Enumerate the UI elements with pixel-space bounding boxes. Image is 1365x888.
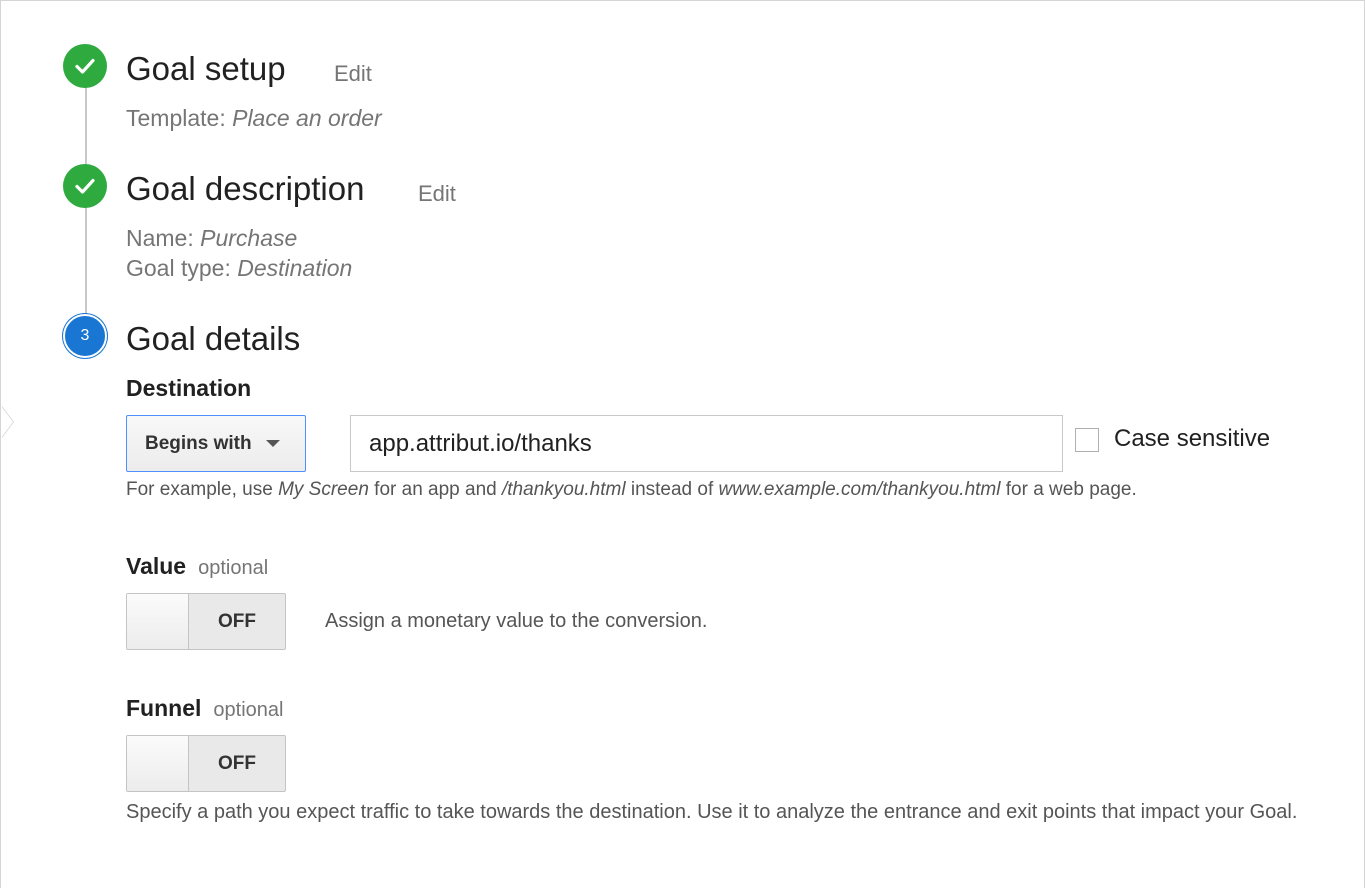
- value-description: Assign a monetary value to the conversio…: [325, 610, 708, 632]
- toggle-knob: [127, 594, 189, 649]
- goal-type-label: Goal type:: [126, 255, 238, 281]
- value-optional-label: optional: [198, 557, 269, 579]
- destination-label: Destination: [126, 375, 252, 401]
- goal-name-label: Name:: [126, 225, 201, 251]
- value-toggle[interactable]: OFF: [126, 593, 286, 650]
- goal-type-value: Destination: [237, 255, 353, 281]
- step-title-goal-description: Goal description: [126, 170, 365, 207]
- funnel-label: Funnel: [126, 695, 202, 721]
- value-label: Value: [126, 553, 187, 579]
- goal-name-value: Purchase: [200, 225, 298, 251]
- template-label: Template:: [126, 105, 233, 131]
- step-complete-check-icon: [63, 164, 107, 208]
- step-title-goal-details: Goal details: [126, 320, 301, 357]
- destination-url-input[interactable]: [350, 415, 1063, 472]
- case-sensitive-checkbox[interactable]: [1075, 428, 1099, 452]
- toggle-knob: [127, 736, 189, 791]
- chevron-down-icon: [265, 440, 280, 447]
- step-number-badge: 3: [63, 314, 107, 358]
- step-complete-check-icon: [63, 44, 107, 88]
- goal-type-line: Goal type: Destination: [126, 255, 352, 282]
- hint-text: for a web page.: [1000, 479, 1137, 500]
- goal-name-line: Name: Purchase: [126, 225, 297, 252]
- funnel-description: Specify a path you expect traffic to tak…: [126, 801, 1298, 823]
- template-line: Template: Place an order: [126, 105, 382, 132]
- template-value: Place an order: [232, 105, 382, 131]
- destination-hint: For example, use My Screen for an app an…: [126, 479, 1137, 501]
- funnel-toggle[interactable]: OFF: [126, 735, 286, 792]
- hint-example: /thankyou.html: [502, 479, 626, 500]
- funnel-section-label: Funnel optional: [126, 695, 283, 722]
- goal-editor-panel: Goal setup Edit Template: Place an order…: [0, 0, 1365, 888]
- step-connector: [85, 87, 87, 167]
- case-sensitive-label: Case sensitive: [1114, 425, 1271, 452]
- hint-example: www.example.com/thankyou.html: [718, 479, 1001, 500]
- hint-text: instead of: [625, 479, 719, 500]
- hint-text: For example, use: [126, 479, 279, 500]
- match-type-value: Begins with: [145, 432, 252, 454]
- panel-pointer: [1, 406, 13, 438]
- hint-example: My Screen: [278, 479, 369, 500]
- match-type-dropdown[interactable]: Begins with: [126, 415, 306, 472]
- funnel-optional-label: optional: [213, 699, 284, 721]
- value-section-label: Value optional: [126, 553, 268, 580]
- hint-text: for an app and: [368, 479, 502, 500]
- edit-goal-description-link[interactable]: Edit: [418, 181, 456, 207]
- step-title-goal-setup: Goal setup: [126, 50, 286, 87]
- step-connector: [85, 207, 87, 317]
- value-toggle-state: OFF: [218, 610, 256, 632]
- edit-goal-setup-link[interactable]: Edit: [334, 61, 372, 87]
- funnel-toggle-state: OFF: [218, 752, 256, 774]
